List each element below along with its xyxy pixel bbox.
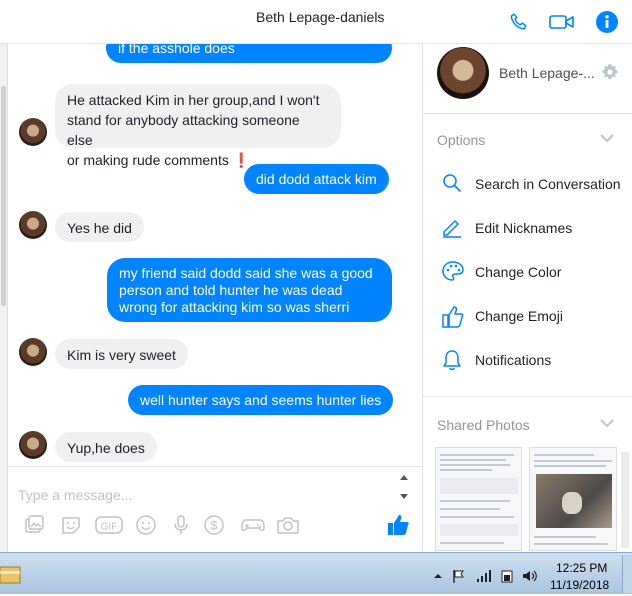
phone-call-icon[interactable]: [505, 8, 533, 36]
camera-icon[interactable]: [276, 513, 300, 537]
messenger-window: Beth Lepage-daniels if the asshole does …: [0, 0, 632, 552]
thumbs-up-icon: [441, 304, 465, 328]
sticker-icon[interactable]: [59, 513, 83, 537]
option-label: Edit Nicknames: [475, 220, 573, 236]
gear-icon[interactable]: [601, 63, 619, 81]
option-label: Notifications: [475, 352, 552, 368]
message-outgoing[interactable]: did dodd attack kim: [244, 164, 389, 194]
message-incoming[interactable]: Kim is very sweet: [55, 339, 188, 369]
message-input[interactable]: Type a message...: [18, 487, 132, 503]
option-notifications[interactable]: Notifications: [437, 346, 632, 376]
info-icon[interactable]: [593, 8, 621, 36]
message-text: Yes he did: [67, 220, 132, 236]
flag-icon[interactable]: [452, 569, 466, 583]
avatar: [19, 211, 47, 239]
chevron-down-icon[interactable]: [599, 415, 615, 431]
message-text: Kim is very sweet: [67, 347, 176, 363]
left-scrollbar[interactable]: [0, 44, 8, 552]
option-label: Change Emoji: [475, 308, 563, 324]
profile-avatar[interactable]: [437, 47, 489, 99]
thumbs-up-icon[interactable]: [384, 511, 412, 539]
emoji-icon[interactable]: [134, 513, 158, 537]
taskbar-app-icon[interactable]: [0, 557, 22, 591]
message-line: my friend said dodd said she was a good: [119, 265, 373, 281]
option-label: Search in Conversation: [475, 176, 621, 192]
message-line: person and told hunter he was dead: [119, 282, 343, 298]
chevron-down-icon[interactable]: [599, 130, 615, 146]
bell-icon: [441, 348, 465, 372]
message-text: if the asshole does: [118, 44, 235, 56]
clock-time[interactable]: 12:25 PM: [556, 561, 607, 575]
message-composer: Type a message... GIF $: [8, 466, 422, 552]
windows-taskbar: 12:25 PM 11/19/2018: [0, 552, 632, 594]
message-outgoing[interactable]: if the asshole does: [106, 44, 392, 63]
video-call-icon[interactable]: [548, 8, 576, 36]
message-outgoing[interactable]: my friend said dodd said she was a good …: [107, 258, 392, 322]
pencil-icon: [441, 216, 465, 240]
volume-icon[interactable]: [522, 569, 537, 582]
payment-icon[interactable]: $: [202, 513, 226, 537]
game-controller-icon[interactable]: [239, 513, 267, 537]
battery-icon[interactable]: [500, 569, 514, 583]
message-incoming[interactable]: He attacked Kim in her group,and I won't…: [55, 84, 341, 168]
scrollbar-thumb[interactable]: [1, 86, 6, 306]
svg-text:$: $: [211, 519, 218, 533]
palette-icon: [441, 260, 465, 284]
options-title[interactable]: Options: [437, 132, 485, 148]
profile-header: Beth Lepage-...: [423, 44, 632, 114]
network-icon[interactable]: [476, 569, 491, 582]
message-line: He attacked Kim in her group,and I won't: [67, 92, 320, 108]
avatar: [19, 338, 47, 366]
shared-photo[interactable]: [529, 447, 617, 551]
message-incoming[interactable]: Yup,he does: [55, 432, 157, 462]
gif-label: GIF: [101, 522, 118, 533]
divider: [423, 396, 632, 397]
message-incoming[interactable]: Yes he did: [55, 212, 144, 242]
shared-photos-title[interactable]: Shared Photos: [437, 417, 530, 433]
search-icon: [441, 172, 465, 196]
shared-photo[interactable]: [435, 447, 522, 551]
photos-scrollbar[interactable]: [621, 452, 629, 548]
microphone-icon[interactable]: [169, 513, 193, 537]
clock-date[interactable]: 11/19/2018: [550, 578, 609, 592]
message-outgoing[interactable]: well hunter says and seems hunter lies: [128, 385, 394, 415]
message-line: stand for anybody attacking someone else: [67, 112, 300, 148]
message-text: Yup,he does: [67, 440, 145, 456]
message-text: did dodd attack kim: [256, 171, 377, 187]
divider: [423, 113, 632, 114]
composer-scrollbar[interactable]: [396, 469, 412, 505]
conversation-title: Beth Lepage-daniels: [256, 9, 385, 25]
conversation-header: Beth Lepage-daniels: [0, 0, 632, 44]
option-label: Change Color: [475, 264, 562, 280]
conversation-details-panel: Beth Lepage-... Options Search in Conver…: [422, 44, 632, 552]
option-change-emoji[interactable]: Change Emoji: [437, 302, 632, 332]
option-search-in-conversation[interactable]: Search in Conversation: [437, 170, 632, 200]
option-change-color[interactable]: Change Color: [437, 258, 632, 288]
message-line: wrong for attacking kim so was sherri: [119, 299, 350, 315]
show-hidden-icons-icon[interactable]: [432, 569, 446, 581]
image-icon[interactable]: [22, 513, 46, 537]
message-list: if the asshole does He attacked Kim in h…: [8, 44, 422, 466]
avatar: [19, 431, 47, 459]
show-desktop-button[interactable]: [622, 555, 632, 593]
message-text: well hunter says and seems hunter lies: [140, 392, 382, 408]
gif-icon[interactable]: GIF: [95, 513, 123, 537]
option-edit-nicknames[interactable]: Edit Nicknames: [437, 214, 632, 244]
avatar: [19, 118, 47, 146]
profile-name[interactable]: Beth Lepage-...: [499, 65, 595, 81]
